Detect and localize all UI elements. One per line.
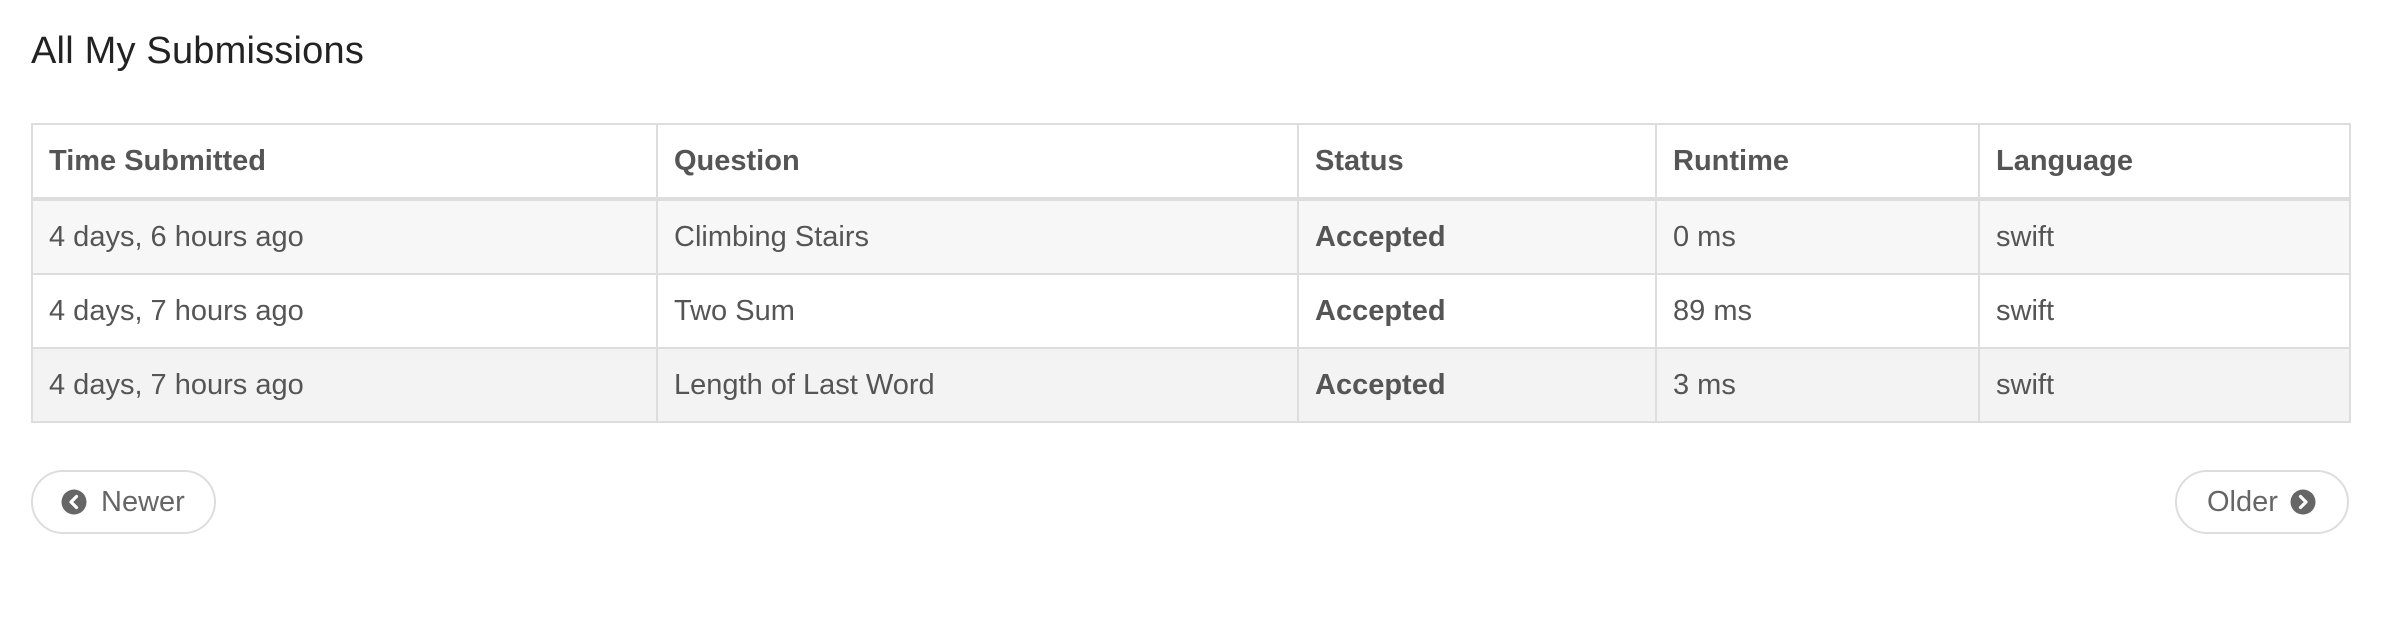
- table-row: 4 days, 7 hours ago Length of Last Word …: [31, 347, 2351, 423]
- time-submitted-cell: 4 days, 7 hours ago: [31, 273, 658, 349]
- status-cell[interactable]: Accepted: [1297, 273, 1657, 349]
- table-body: 4 days, 6 hours ago Climbing Stairs Acce…: [31, 198, 2351, 423]
- question-cell: Length of Last Word: [656, 347, 1299, 423]
- table-row: 4 days, 6 hours ago Climbing Stairs Acce…: [31, 198, 2351, 275]
- submissions-page: All My Submissions Time Submitted Questi…: [0, 0, 2384, 644]
- runtime-cell: 0 ms: [1655, 198, 1980, 275]
- submissions-table: Time Submitted Question Status Runtime L…: [31, 123, 2351, 423]
- older-button[interactable]: Older: [2175, 470, 2349, 534]
- column-header-time-submitted: Time Submitted: [31, 123, 658, 201]
- header-row: Time Submitted Question Status Runtime L…: [31, 123, 2351, 201]
- status-cell[interactable]: Accepted: [1297, 198, 1657, 275]
- language-cell: swift: [1978, 198, 2351, 275]
- table-header: Time Submitted Question Status Runtime L…: [31, 123, 2351, 201]
- column-header-language: Language: [1978, 123, 2351, 201]
- older-button-label: Older: [2207, 485, 2278, 518]
- chevron-circle-right-icon: [2290, 489, 2316, 515]
- column-header-status: Status: [1297, 123, 1657, 201]
- table-row: 4 days, 7 hours ago Two Sum Accepted 89 …: [31, 273, 2351, 349]
- newer-button[interactable]: Newer: [31, 470, 216, 534]
- language-cell: swift: [1978, 273, 2351, 349]
- runtime-cell: 89 ms: [1655, 273, 1980, 349]
- question-cell: Climbing Stairs: [656, 198, 1299, 275]
- status-cell[interactable]: Accepted: [1297, 347, 1657, 423]
- column-header-runtime: Runtime: [1655, 123, 1980, 201]
- language-cell: swift: [1978, 347, 2351, 423]
- page-title: All My Submissions: [31, 30, 365, 72]
- runtime-cell: 3 ms: [1655, 347, 1980, 423]
- question-cell: Two Sum: [656, 273, 1299, 349]
- column-header-question: Question: [656, 123, 1299, 201]
- chevron-circle-left-icon: [61, 489, 87, 515]
- newer-button-label: Newer: [101, 485, 185, 518]
- time-submitted-cell: 4 days, 6 hours ago: [31, 198, 658, 275]
- time-submitted-cell: 4 days, 7 hours ago: [31, 347, 658, 423]
